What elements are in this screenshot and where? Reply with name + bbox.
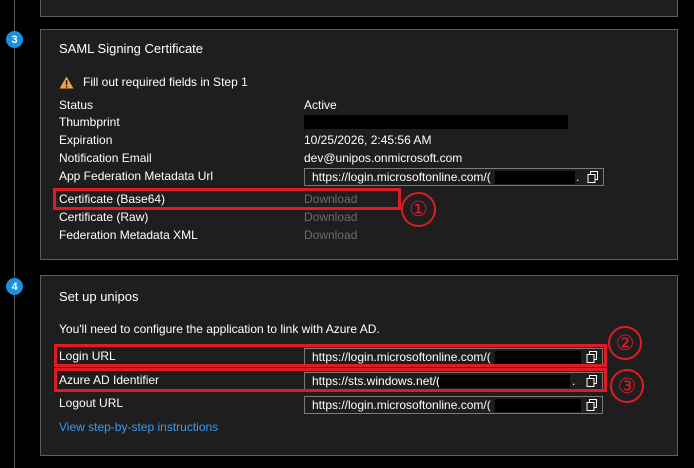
metadata-url-label: App Federation Metadata Url [59, 169, 214, 183]
status-value: Active [304, 98, 337, 112]
step-by-step-instructions-link[interactable]: View step-by-step instructions [59, 420, 218, 434]
annotation-box-azure-ad-identifier [54, 368, 607, 392]
annotation-marker-3: ③ [610, 369, 644, 403]
logout-url-text: https://login.microsoftonline.com/( [312, 398, 491, 412]
expiration-label: Expiration [59, 133, 113, 147]
warning-icon [59, 76, 74, 88]
saml-card-title: SAML Signing Certificate [59, 41, 204, 56]
annotation-box-certificate-base64 [53, 188, 401, 210]
certificate-raw-download[interactable]: Download [304, 210, 357, 224]
certificate-raw-label: Certificate (Raw) [59, 210, 149, 224]
copy-icon[interactable] [586, 170, 600, 184]
thumbprint-redacted [304, 115, 568, 129]
metadata-url-tail: . [576, 170, 580, 184]
annotation-box-login-url [54, 344, 607, 367]
metadata-url-text: https://login.microsoftonline.com/( [312, 170, 491, 184]
status-label: Status [59, 98, 94, 112]
annotation-marker-2: ② [608, 326, 642, 360]
metadata-url-field[interactable]: https://login.microsoftonline.com/( . [304, 168, 604, 186]
expiration-value: 10/25/2026, 2:45:56 AM [304, 133, 432, 147]
setup-description: You'll need to configure the application… [59, 322, 380, 336]
warning-message: Fill out required fields in Step 1 [59, 75, 248, 89]
copy-icon[interactable] [585, 398, 599, 412]
metadata-url-redacted [495, 171, 575, 184]
annotation-marker-1: ① [401, 192, 436, 227]
step-3-badge: 3 [6, 31, 23, 48]
notification-email-label: Notification Email [59, 151, 152, 165]
federation-metadata-xml-label: Federation Metadata XML [59, 228, 198, 242]
setup-card-title: Set up unipos [59, 289, 139, 304]
logout-url-label: Logout URL [59, 396, 124, 410]
notification-email-value: dev@unipos.onmicrosoft.com [304, 151, 463, 165]
previous-step-card [40, 0, 678, 17]
steps-connector-line [14, 0, 15, 468]
federation-metadata-xml-download[interactable]: Download [304, 228, 357, 242]
logout-url-field[interactable]: https://login.microsoftonline.com/( [304, 396, 603, 414]
logout-url-redacted [495, 399, 581, 412]
step-4-badge: 4 [6, 278, 23, 295]
warning-text: Fill out required fields in Step 1 [83, 75, 248, 89]
saml-signing-certificate-card: SAML Signing Certificate Fill out requir… [40, 29, 678, 260]
thumbprint-label: Thumbprint [59, 115, 120, 129]
